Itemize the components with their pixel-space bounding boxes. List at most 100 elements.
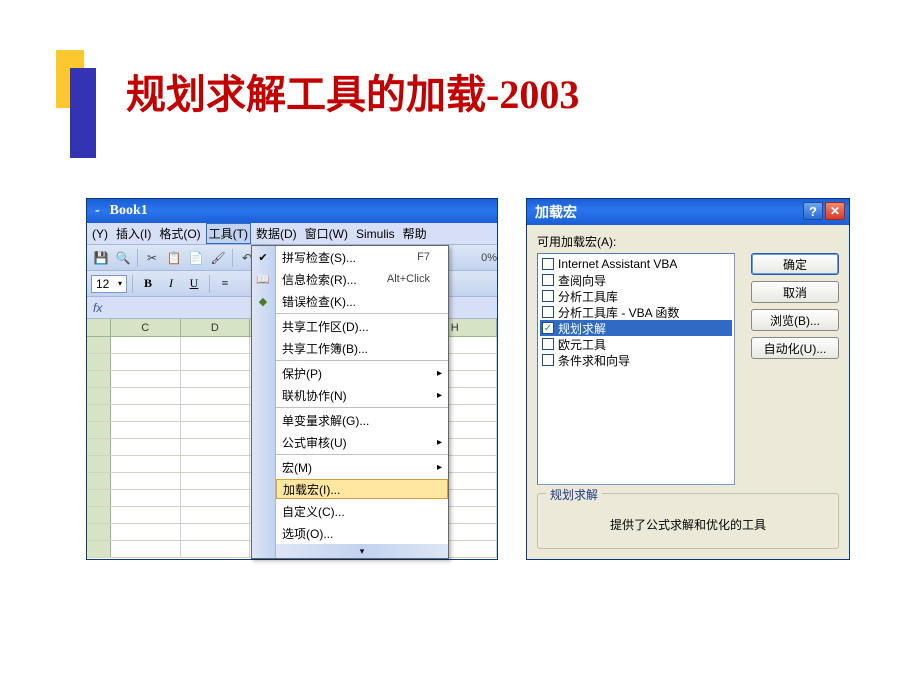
col-header-corner[interactable] xyxy=(87,319,111,336)
diamond-icon: ◆ xyxy=(254,295,272,308)
checkbox[interactable] xyxy=(542,338,554,350)
submenu-arrow-icon: ▸ xyxy=(437,462,442,473)
menu-customize[interactable]: 自定义(C)... xyxy=(276,500,448,522)
menu-research-label: 信息检索(R)... xyxy=(282,271,357,288)
addin-label: 条件求和向导 xyxy=(558,352,630,369)
addin-label: Internet Assistant VBA xyxy=(558,257,677,271)
menu-online-collab[interactable]: 联机协作(N) ▸ xyxy=(276,384,448,406)
chevron-down-icon: ▾ xyxy=(360,546,365,557)
preview-icon[interactable]: 🔍 xyxy=(113,248,133,268)
cut-icon[interactable]: ✂ xyxy=(142,248,162,268)
addin-item-analysis-toolpak[interactable]: 分析工具库 xyxy=(540,288,732,304)
menu-sep xyxy=(276,360,448,361)
col-header-c[interactable]: C xyxy=(111,319,181,336)
menu-options-label: 选项(O)... xyxy=(282,525,333,542)
addin-item-solver[interactable]: ✓ 规划求解 xyxy=(540,320,732,336)
save-icon[interactable]: 💾 xyxy=(91,248,111,268)
book-icon: 📖 xyxy=(254,273,272,286)
copy-icon[interactable]: 📋 xyxy=(164,248,184,268)
menu-options[interactable]: 选项(O)... xyxy=(276,522,448,544)
close-button[interactable]: ✕ xyxy=(825,202,845,220)
chevron-down-icon: ▾ xyxy=(118,279,122,288)
menu-tools[interactable]: 工具(T) xyxy=(206,223,251,244)
menu-help[interactable]: 帮助 xyxy=(400,223,430,244)
menu-data[interactable]: 数据(D) xyxy=(253,223,300,244)
menu-shared-workbook-label: 共享工作簿(B)... xyxy=(282,340,368,357)
tools-dropdown: ✔ 拼写检查(S)... F7 📖 信息检索(R)... Alt+Click ◆… xyxy=(251,245,449,559)
addin-item-euro-tools[interactable]: 欧元工具 xyxy=(540,336,732,352)
menu-customize-label: 自定义(C)... xyxy=(282,503,345,520)
addin-item-lookup-wizard[interactable]: 查阅向导 xyxy=(540,272,732,288)
checkbox[interactable] xyxy=(542,290,554,302)
menu-addins[interactable]: 加载宏(I)... xyxy=(276,479,448,499)
addin-item-internet-assistant[interactable]: Internet Assistant VBA xyxy=(540,256,732,272)
addins-dialog: 加载宏 ? ✕ 可用加载宏(A): Internet Assistant VBA xyxy=(526,198,850,560)
menu-shared-workspace[interactable]: 共享工作区(D)... xyxy=(276,315,448,337)
menu-macro-label: 宏(M) xyxy=(282,459,312,476)
automation-button[interactable]: 自动化(U)... xyxy=(751,337,839,359)
addin-item-conditional-sum[interactable]: 条件求和向导 xyxy=(540,352,732,368)
fmt-painter-icon[interactable]: 🖌 xyxy=(208,248,228,268)
dropdown-items: ✔ 拼写检查(S)... F7 📖 信息检索(R)... Alt+Click ◆… xyxy=(276,246,448,558)
excel-window: - Book1 (Y) 插入(I) 格式(O) 工具(T) 数据(D) 窗口(W… xyxy=(86,198,498,560)
menu-sep xyxy=(276,313,448,314)
help-button[interactable]: ? xyxy=(803,202,823,220)
menu-protect-label: 保护(P) xyxy=(282,365,322,382)
addin-label: 欧元工具 xyxy=(558,336,606,353)
help-icon: ? xyxy=(809,204,817,219)
menu-formula-audit-label: 公式审核(U) xyxy=(282,434,347,451)
zoom-percent[interactable]: 0% xyxy=(481,248,497,268)
toolbar-sep xyxy=(232,249,233,267)
available-addins-label: 可用加载宏(A): xyxy=(537,233,839,250)
menu-shared-workbook[interactable]: 共享工作簿(B)... xyxy=(276,337,448,359)
align-left-icon[interactable]: ≡ xyxy=(215,274,235,294)
description-caption: 规划求解 xyxy=(546,486,602,503)
toolbar-sep xyxy=(209,275,210,293)
menu-expand[interactable]: ▾ xyxy=(276,544,448,558)
checkbox[interactable] xyxy=(542,354,554,366)
checkbox[interactable] xyxy=(542,258,554,270)
menu-spellcheck[interactable]: ✔ 拼写检查(S)... F7 xyxy=(276,246,448,268)
underline-button[interactable]: U xyxy=(184,274,204,294)
addin-label: 规划求解 xyxy=(558,320,606,337)
menu-y[interactable]: (Y) xyxy=(89,225,111,243)
menu-errorcheck[interactable]: ◆ 错误检查(K)... xyxy=(276,290,448,312)
titlebar-dash: - xyxy=(95,203,100,219)
menubar: (Y) 插入(I) 格式(O) 工具(T) 数据(D) 窗口(W) Simuli… xyxy=(87,223,497,245)
addins-listbox[interactable]: Internet Assistant VBA 查阅向导 分析工具库 分析工具库 … xyxy=(537,253,735,485)
addin-label: 查阅向导 xyxy=(558,272,606,289)
checkbox[interactable] xyxy=(542,274,554,286)
cancel-button[interactable]: 取消 xyxy=(751,281,839,303)
close-icon: ✕ xyxy=(830,204,840,218)
menu-formula-audit[interactable]: 公式审核(U) ▸ xyxy=(276,431,448,453)
paste-icon[interactable]: 📄 xyxy=(186,248,206,268)
menu-format[interactable]: 格式(O) xyxy=(156,223,203,244)
fontsize-box[interactable]: 12 ▾ xyxy=(91,275,127,293)
menu-research-shortcut: Alt+Click xyxy=(387,273,430,285)
menu-simulis[interactable]: Simulis xyxy=(353,225,398,243)
check-icon: ✔ xyxy=(254,251,272,264)
menu-goal-seek[interactable]: 单变量求解(G)... xyxy=(276,409,448,431)
italic-button[interactable]: I xyxy=(161,274,181,294)
menu-research[interactable]: 📖 信息检索(R)... Alt+Click xyxy=(276,268,448,290)
col-header-d[interactable]: D xyxy=(181,319,251,336)
menu-macro[interactable]: 宏(M) ▸ xyxy=(276,456,448,478)
menu-protect[interactable]: 保护(P) ▸ xyxy=(276,362,448,384)
dialog-buttons: 确定 取消 浏览(B)... 自动化(U)... xyxy=(751,253,839,359)
toolbar-sep xyxy=(132,275,133,293)
menu-window[interactable]: 窗口(W) xyxy=(302,223,351,244)
submenu-arrow-icon: ▸ xyxy=(437,368,442,379)
addin-item-analysis-toolpak-vba[interactable]: 分析工具库 - VBA 函数 xyxy=(540,304,732,320)
dialog-title: 加载宏 xyxy=(535,202,577,222)
titlebar-book: Book1 xyxy=(110,203,148,219)
menu-goal-seek-label: 单变量求解(G)... xyxy=(282,412,369,429)
browse-button[interactable]: 浏览(B)... xyxy=(751,309,839,331)
addin-label: 分析工具库 - VBA 函数 xyxy=(558,304,679,321)
slide-title: 规划求解工具的加载-2003 xyxy=(126,62,579,120)
checkbox[interactable] xyxy=(542,306,554,318)
description-text: 提供了公式求解和优化的工具 xyxy=(546,516,830,533)
bold-button[interactable]: B xyxy=(138,274,158,294)
menu-insert[interactable]: 插入(I) xyxy=(113,223,154,244)
ok-button[interactable]: 确定 xyxy=(751,253,839,275)
checkbox-checked[interactable]: ✓ xyxy=(542,322,554,334)
